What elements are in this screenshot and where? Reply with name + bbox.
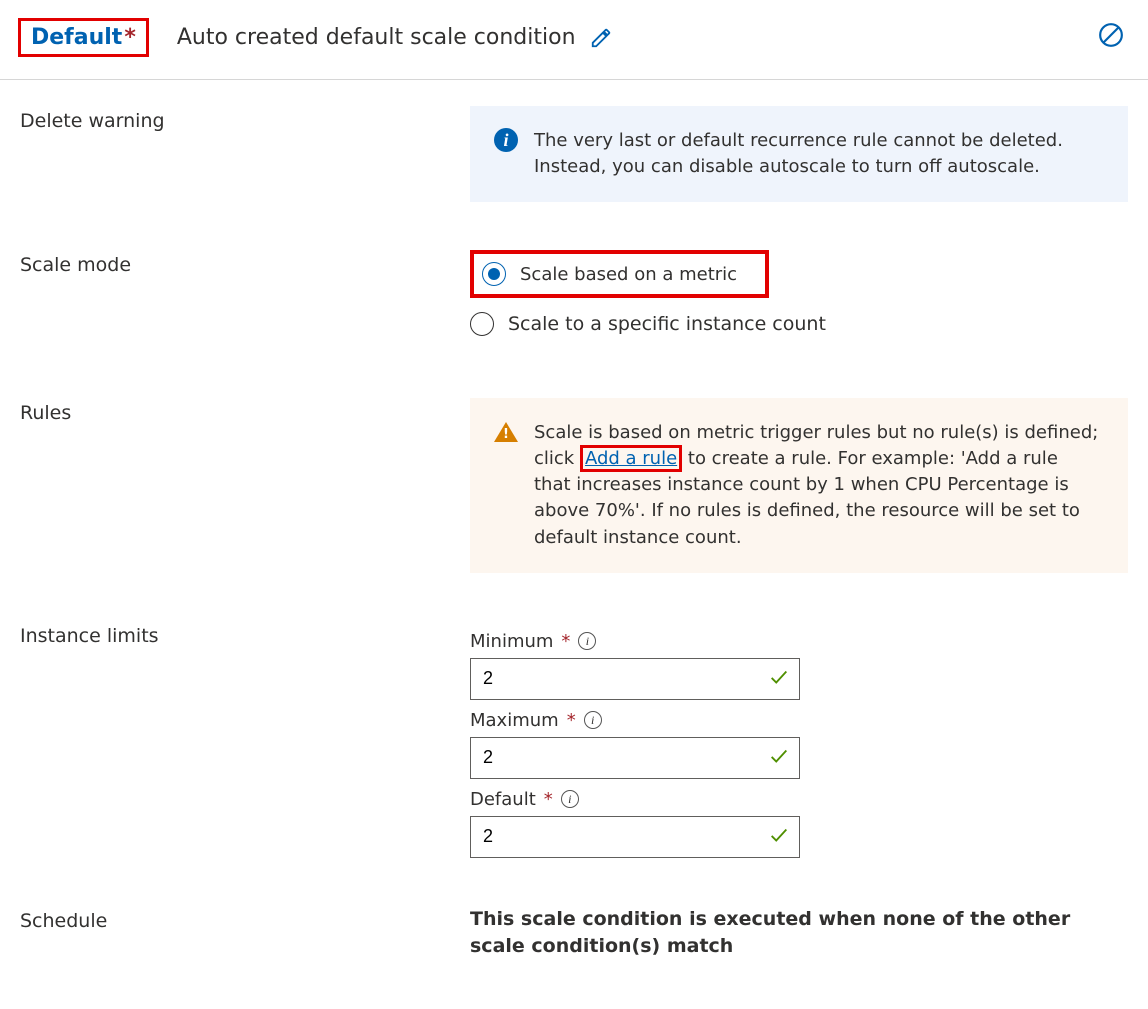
scale-mode-label: Scale mode — [20, 250, 470, 276]
info-icon: i — [494, 128, 518, 152]
minimum-input[interactable] — [470, 658, 800, 700]
warning-icon — [494, 422, 518, 442]
info-icon[interactable]: i — [578, 632, 596, 650]
delete-disabled-icon — [1098, 22, 1124, 48]
condition-title: Auto created default scale condition — [177, 25, 576, 50]
edit-icon[interactable] — [590, 27, 612, 49]
radio-scale-metric-label: Scale based on a metric — [520, 264, 737, 285]
rules-label: Rules — [20, 398, 470, 424]
required-star: * — [561, 631, 570, 652]
schedule-note: This scale condition is executed when no… — [470, 906, 1128, 961]
add-rule-highlight: Add a rule — [580, 445, 682, 472]
delete-warning-box: i The very last or default recurrence ru… — [470, 106, 1128, 202]
required-star: * — [544, 789, 553, 810]
radio-scale-count-label: Scale to a specific instance count — [508, 313, 826, 335]
delete-warning-label: Delete warning — [20, 106, 470, 132]
default-input[interactable] — [470, 816, 800, 858]
radio-scale-count[interactable] — [470, 312, 494, 336]
info-icon[interactable]: i — [561, 790, 579, 808]
instance-limits-label: Instance limits — [20, 621, 470, 647]
delete-warning-text: The very last or default recurrence rule… — [534, 128, 1100, 180]
maximum-input[interactable] — [470, 737, 800, 779]
required-star: * — [124, 25, 136, 50]
default-label: Default — [470, 789, 536, 810]
radio-scale-metric[interactable] — [482, 262, 506, 286]
default-badge-text: Default — [31, 25, 122, 50]
maximum-label: Maximum — [470, 710, 559, 731]
scale-mode-metric-highlight: Scale based on a metric — [470, 250, 769, 298]
add-rule-link[interactable]: Add a rule — [585, 448, 677, 469]
rules-warning-text: Scale is based on metric trigger rules b… — [534, 420, 1100, 550]
default-badge: Default* — [18, 18, 149, 57]
required-star: * — [567, 710, 576, 731]
schedule-label: Schedule — [20, 906, 470, 932]
info-icon[interactable]: i — [584, 711, 602, 729]
minimum-label: Minimum — [470, 631, 553, 652]
condition-header: Default* Auto created default scale cond… — [0, 0, 1148, 80]
rules-warning-box: Scale is based on metric trigger rules b… — [470, 398, 1128, 572]
